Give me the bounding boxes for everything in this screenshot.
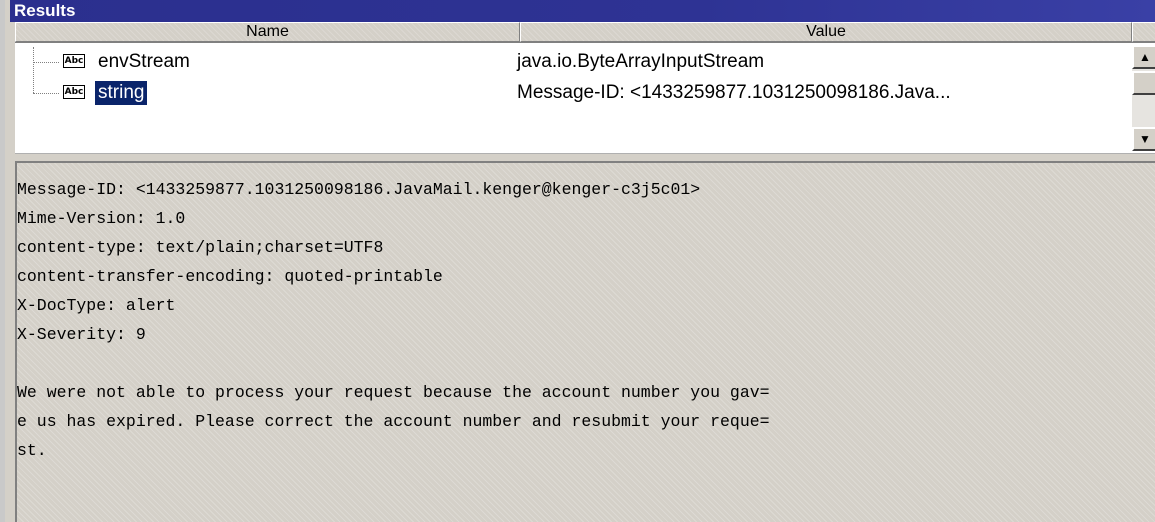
abc-string-icon: Abc xyxy=(63,85,85,99)
row-name: string xyxy=(95,81,148,105)
table-row[interactable]: Abc envStream java.io.ByteArrayInputStre… xyxy=(15,47,1131,77)
message-line: content-type: text/plain;charset=UTF8 xyxy=(17,238,384,257)
scroll-down-arrow-icon[interactable]: ▼ xyxy=(1132,127,1155,151)
column-header-name[interactable]: Name xyxy=(15,22,520,42)
scroll-up-arrow-icon[interactable]: ▲ xyxy=(1132,45,1155,69)
abc-string-icon: Abc xyxy=(63,54,85,68)
results-panel: Results Name Value Abc envStream java.io… xyxy=(0,0,1155,522)
message-line: Message-ID: <1433259877.1031250098186.Ja… xyxy=(17,180,701,199)
row-value: Message-ID: <1433259877.1031250098186.Ja… xyxy=(517,82,951,103)
message-line: e us has expired. Please correct the acc… xyxy=(17,412,770,431)
row-value: java.io.ByteArrayInputStream xyxy=(517,51,765,72)
tree-connector xyxy=(33,78,61,108)
table-row-selected[interactable]: Abc string Message-ID: <1433259877.10312… xyxy=(15,78,1131,108)
tree-connector xyxy=(33,47,61,77)
column-header-value[interactable]: Value xyxy=(520,22,1132,42)
column-header-corner xyxy=(1132,22,1155,42)
message-line: X-DocType: alert xyxy=(17,296,176,315)
message-text-area[interactable]: Message-ID: <1433259877.1031250098186.Ja… xyxy=(15,161,1155,522)
message-line: Mime-Version: 1.0 xyxy=(17,209,186,228)
results-table: Abc envStream java.io.ByteArrayInputStre… xyxy=(15,42,1155,154)
message-line: content-transfer-encoding: quoted-printa… xyxy=(17,267,443,286)
row-name: envStream xyxy=(98,51,190,72)
panel-title: Results xyxy=(10,0,1155,22)
message-line: We were not able to process your request… xyxy=(17,383,770,402)
message-line xyxy=(17,349,1155,378)
message-line: X-Severity: 9 xyxy=(17,325,146,344)
scrollbar-thumb[interactable] xyxy=(1132,71,1155,95)
message-line: st. xyxy=(17,441,47,460)
table-header: Name Value xyxy=(15,22,1155,42)
